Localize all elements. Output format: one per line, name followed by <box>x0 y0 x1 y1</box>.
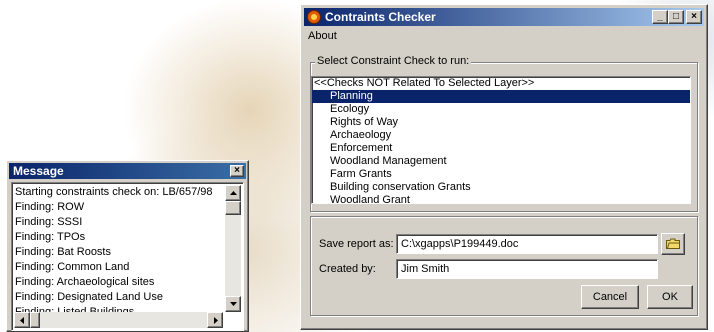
save-report-label: Save report as: <box>319 238 394 250</box>
hscroll-thumb[interactable] <box>30 312 40 328</box>
message-window: Message × Starting constraints check on:… <box>6 160 249 332</box>
message-line: Finding: SSSI <box>15 216 83 228</box>
arrow-down-icon <box>230 302 237 306</box>
scroll-right-button[interactable] <box>207 312 223 328</box>
arrow-left-icon <box>20 317 24 324</box>
constraint-check-list[interactable]: <<Checks NOT Related To Selected Layer>>… <box>311 76 691 204</box>
report-panel: Save report as: C:\xgapps\P199449.doc Cr… <box>310 216 698 316</box>
checker-titlebar[interactable]: Contraints Checker _ □ × <box>304 8 704 26</box>
message-line: Finding: ROW <box>15 201 85 213</box>
window-buttons: _ □ × <box>652 10 702 24</box>
ok-button[interactable]: OK <box>647 285 693 309</box>
minimize-button[interactable]: _ <box>652 10 668 24</box>
close-icon: × <box>691 11 697 22</box>
message-line: Starting constraints check on: LB/657/98 <box>15 186 213 198</box>
message-log[interactable]: Starting constraints check on: LB/657/98… <box>11 182 244 331</box>
menu-about[interactable]: About <box>308 30 337 42</box>
menu-bar: About <box>304 29 704 45</box>
message-close-button[interactable]: × <box>230 165 244 177</box>
close-button[interactable]: × <box>686 10 702 24</box>
list-item[interactable]: Woodland Grant <box>312 194 690 203</box>
arrow-up-icon <box>230 191 237 195</box>
list-item[interactable]: Enforcement <box>312 142 690 155</box>
list-item[interactable]: Ecology <box>312 103 690 116</box>
close-icon: × <box>234 165 240 176</box>
list-item[interactable]: Building conservation Grants <box>312 181 690 194</box>
message-line: Finding: Bat Roosts <box>15 246 111 258</box>
folder-icon <box>666 238 680 249</box>
message-line: Finding: Designated Land Use <box>15 291 163 303</box>
minimize-icon: _ <box>657 11 663 22</box>
list-item[interactable]: Farm Grants <box>312 168 690 181</box>
message-title: Message <box>13 164 64 178</box>
list-item[interactable]: Archaeology <box>312 129 690 142</box>
created-by-label: Created by: <box>319 263 376 275</box>
cancel-button[interactable]: Cancel <box>581 285 639 309</box>
message-titlebar[interactable]: Message × <box>9 163 246 179</box>
group-label: Select Constraint Check to run: <box>315 55 472 67</box>
save-report-field[interactable]: C:\xgapps\P199449.doc <box>396 234 658 254</box>
scroll-thumb[interactable] <box>225 201 241 215</box>
list-item-selected[interactable]: Planning <box>312 90 690 103</box>
message-line: Finding: TPOs <box>15 231 86 243</box>
browse-button[interactable] <box>661 233 685 255</box>
scroll-down-button[interactable] <box>225 296 241 312</box>
vertical-scrollbar[interactable] <box>225 185 241 312</box>
list-item[interactable]: <<Checks NOT Related To Selected Layer>> <box>312 77 690 90</box>
maximize-icon: □ <box>672 11 680 22</box>
checker-title: Contraints Checker <box>325 10 436 24</box>
list-item[interactable]: Rights of Way <box>312 116 690 129</box>
arrow-right-icon <box>214 317 218 324</box>
message-lines: Starting constraints check on: LB/657/98… <box>15 185 225 320</box>
scroll-left-button[interactable] <box>14 312 30 328</box>
message-line: Finding: Archaeological sites <box>15 276 155 288</box>
created-by-field[interactable]: Jim Smith <box>396 259 658 279</box>
maximize-button[interactable]: □ <box>668 10 684 24</box>
constraints-checker-window: Contraints Checker _ □ × About Select Co… <box>300 4 708 330</box>
message-line: Finding: Common Land <box>15 261 130 273</box>
app-icon <box>307 10 321 24</box>
list-item[interactable]: Woodland Management <box>312 155 690 168</box>
horizontal-scrollbar[interactable] <box>14 312 223 328</box>
scroll-up-button[interactable] <box>225 185 241 201</box>
